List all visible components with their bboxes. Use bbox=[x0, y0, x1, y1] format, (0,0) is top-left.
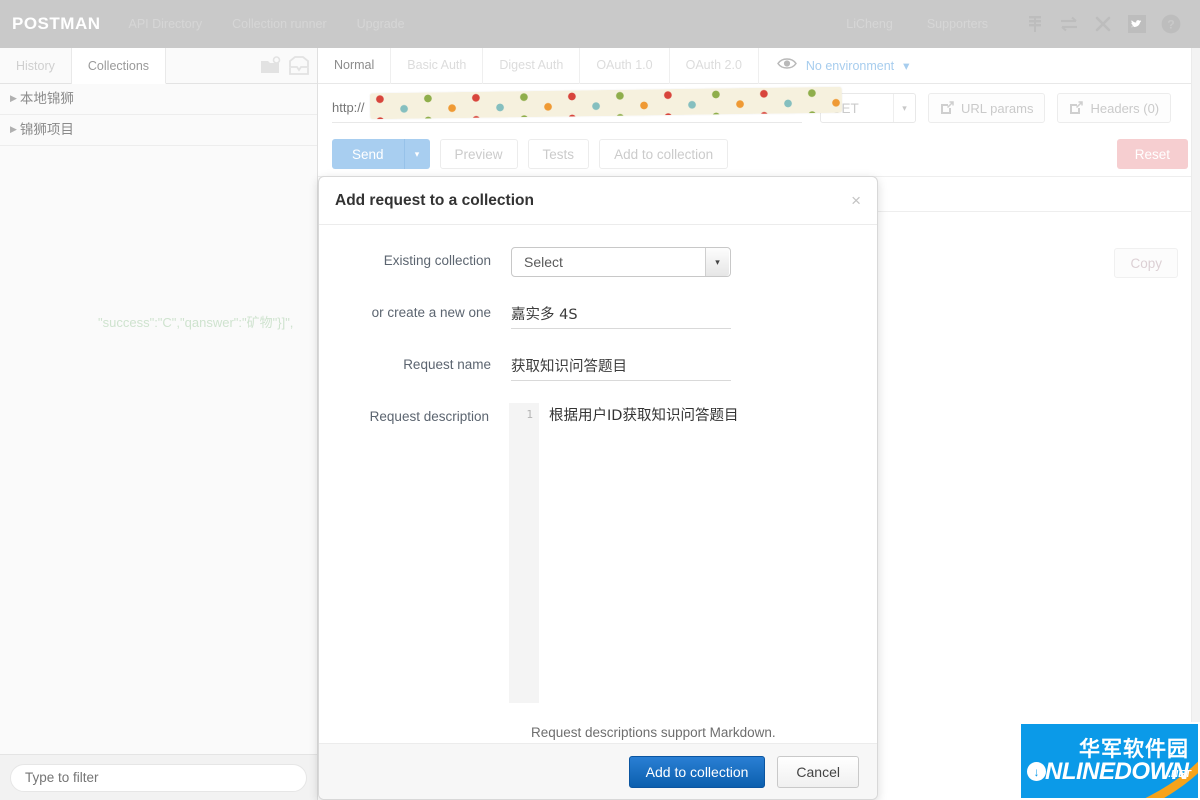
nav-upgrade[interactable]: Upgrade bbox=[357, 17, 405, 31]
field-request-description: Request description 1 根据用户ID获取知识问答题目 bbox=[339, 403, 857, 703]
request-name-label: Request name bbox=[403, 357, 491, 372]
field-request-name: Request name bbox=[339, 351, 857, 381]
collection-item-1[interactable]: ▶ 锦狮项目 bbox=[0, 115, 317, 146]
field-existing-collection: Existing collection Select ▾ bbox=[339, 247, 857, 277]
watermark-english-text: NLINEDOWN bbox=[1045, 758, 1189, 785]
add-to-collection-button[interactable]: Add to collection bbox=[599, 139, 729, 169]
filter-input[interactable] bbox=[10, 763, 307, 792]
app-logo: POSTMAN bbox=[12, 14, 101, 33]
sidebar-tab-history[interactable]: History bbox=[0, 48, 72, 84]
existing-collection-label: Existing collection bbox=[383, 253, 491, 268]
action-row: Send ▾ Preview Tests Add to collection R… bbox=[318, 132, 1200, 176]
field-new-collection: or create a new one bbox=[339, 299, 857, 329]
modal-header: Add request to a collection × bbox=[319, 177, 877, 225]
markdown-note: Request descriptions support Markdown. bbox=[531, 725, 776, 740]
modal-submit-button[interactable]: Add to collection bbox=[628, 755, 766, 788]
wrench-icon[interactable] bbox=[1090, 11, 1116, 37]
chevron-right-icon: ▶ bbox=[10, 94, 17, 104]
collection-item-0[interactable]: ▶ 本地锦狮 bbox=[0, 84, 317, 115]
new-collection-control bbox=[511, 299, 857, 329]
nav-collection-runner[interactable]: Collection runner bbox=[232, 17, 327, 31]
sidebar-tab-actions bbox=[259, 48, 317, 83]
navbar-right: LiCheng Supporters ? bbox=[846, 11, 1200, 37]
request-name-control bbox=[511, 351, 857, 381]
request-name-input[interactable] bbox=[511, 351, 731, 381]
edit-icon bbox=[1069, 101, 1084, 115]
watermark: 华军软件园 ↓ NLINEDOWN .NET bbox=[1019, 722, 1200, 800]
sidebar-tab-collections[interactable]: Collections bbox=[71, 48, 167, 84]
environment-selector[interactable]: No environment ▾ bbox=[759, 48, 909, 83]
eye-icon[interactable] bbox=[777, 57, 797, 75]
url-row: GET ▾ URL params Headers (0) bbox=[318, 84, 1200, 132]
tab-digest-auth[interactable]: Digest Auth bbox=[483, 48, 581, 84]
tab-oauth-1[interactable]: OAuth 1.0 bbox=[580, 48, 670, 84]
nav-user-licheng[interactable]: LiCheng bbox=[846, 17, 893, 31]
request-description-editor[interactable]: 1 根据用户ID获取知识问答题目 bbox=[509, 403, 857, 703]
import-collection-icon[interactable] bbox=[287, 55, 311, 77]
nav-supporters[interactable]: Supporters bbox=[927, 17, 988, 31]
environment-label[interactable]: No environment bbox=[806, 59, 894, 73]
auth-tabs: Normal Basic Auth Digest Auth OAuth 1.0 … bbox=[318, 48, 1200, 84]
existing-collection-select[interactable]: Select ▾ bbox=[511, 247, 731, 277]
reset-button[interactable]: Reset bbox=[1116, 139, 1188, 169]
chevron-right-icon: ▶ bbox=[10, 125, 17, 135]
headers-label: Headers (0) bbox=[1090, 100, 1160, 116]
main-vertical-scrollbar[interactable] bbox=[1191, 48, 1200, 800]
close-icon[interactable]: × bbox=[851, 192, 861, 209]
editor-line-number: 1 bbox=[509, 403, 539, 703]
new-collection-input[interactable] bbox=[511, 299, 731, 329]
send-options-caret-icon[interactable]: ▾ bbox=[403, 139, 430, 169]
tab-basic-auth[interactable]: Basic Auth bbox=[391, 48, 484, 84]
collection-name: 锦狮项目 bbox=[19, 122, 74, 138]
tab-normal[interactable]: Normal bbox=[318, 48, 392, 84]
new-folder-icon[interactable] bbox=[259, 55, 283, 77]
preview-button[interactable]: Preview bbox=[439, 139, 518, 169]
existing-collection-control: Select ▾ bbox=[511, 247, 857, 277]
sync-arrows-icon[interactable] bbox=[1056, 11, 1082, 37]
existing-collection-value: Select bbox=[524, 254, 563, 270]
modal-cancel-button[interactable]: Cancel bbox=[777, 755, 859, 788]
sidebar: History Collections ▶ 本地锦狮 ▶ 锦狮项目 bbox=[0, 48, 318, 800]
twitter-icon[interactable] bbox=[1124, 11, 1150, 37]
top-navbar: POSTMAN API Directory Collection runner … bbox=[0, 0, 1200, 48]
url-params-label: URL params bbox=[961, 100, 1034, 116]
collection-name: 本地锦狮 bbox=[19, 91, 74, 107]
chevron-down-icon[interactable]: ▾ bbox=[893, 94, 915, 122]
nav-api-directory[interactable]: API Directory bbox=[129, 17, 203, 31]
new-collection-label: or create a new one bbox=[371, 305, 491, 320]
response-body: "success":"C","qanswer":"矿物"}]", bbox=[98, 315, 294, 330]
sidebar-tabs: History Collections bbox=[0, 48, 317, 84]
url-params-button[interactable]: URL params bbox=[928, 93, 1046, 123]
request-description-text[interactable]: 根据用户ID获取知识问答题目 bbox=[539, 403, 857, 703]
copy-response-button[interactable]: Copy bbox=[1114, 248, 1178, 278]
chevron-down-icon[interactable]: ▾ bbox=[903, 58, 909, 73]
modal-footer: Add to collection Cancel bbox=[319, 743, 877, 799]
modal-body: Existing collection Select ▾ or create a… bbox=[319, 225, 877, 743]
watermark-tld-text: .NET bbox=[1168, 769, 1191, 780]
request-description-label: Request description bbox=[369, 409, 489, 424]
filter-bar bbox=[0, 754, 317, 800]
modal-title: Add request to a collection bbox=[335, 191, 534, 209]
chevron-down-icon[interactable]: ▾ bbox=[705, 248, 729, 276]
help-icon[interactable]: ? bbox=[1158, 11, 1184, 37]
edit-icon bbox=[940, 101, 954, 115]
traffic-light-icon[interactable] bbox=[1022, 11, 1048, 37]
download-arrow-icon: ↓ bbox=[1027, 762, 1046, 781]
headers-button[interactable]: Headers (0) bbox=[1057, 93, 1172, 123]
svg-text:?: ? bbox=[1167, 18, 1174, 32]
request-description-control: 1 根据用户ID获取知识问答题目 bbox=[509, 403, 857, 703]
tests-button[interactable]: Tests bbox=[527, 139, 590, 169]
add-request-modal: Add request to a collection × Existing c… bbox=[318, 176, 878, 800]
tab-oauth-2[interactable]: OAuth 2.0 bbox=[670, 48, 759, 84]
postman-app: POSTMAN API Directory Collection runner … bbox=[0, 0, 1200, 800]
send-button[interactable]: Send bbox=[332, 139, 404, 169]
